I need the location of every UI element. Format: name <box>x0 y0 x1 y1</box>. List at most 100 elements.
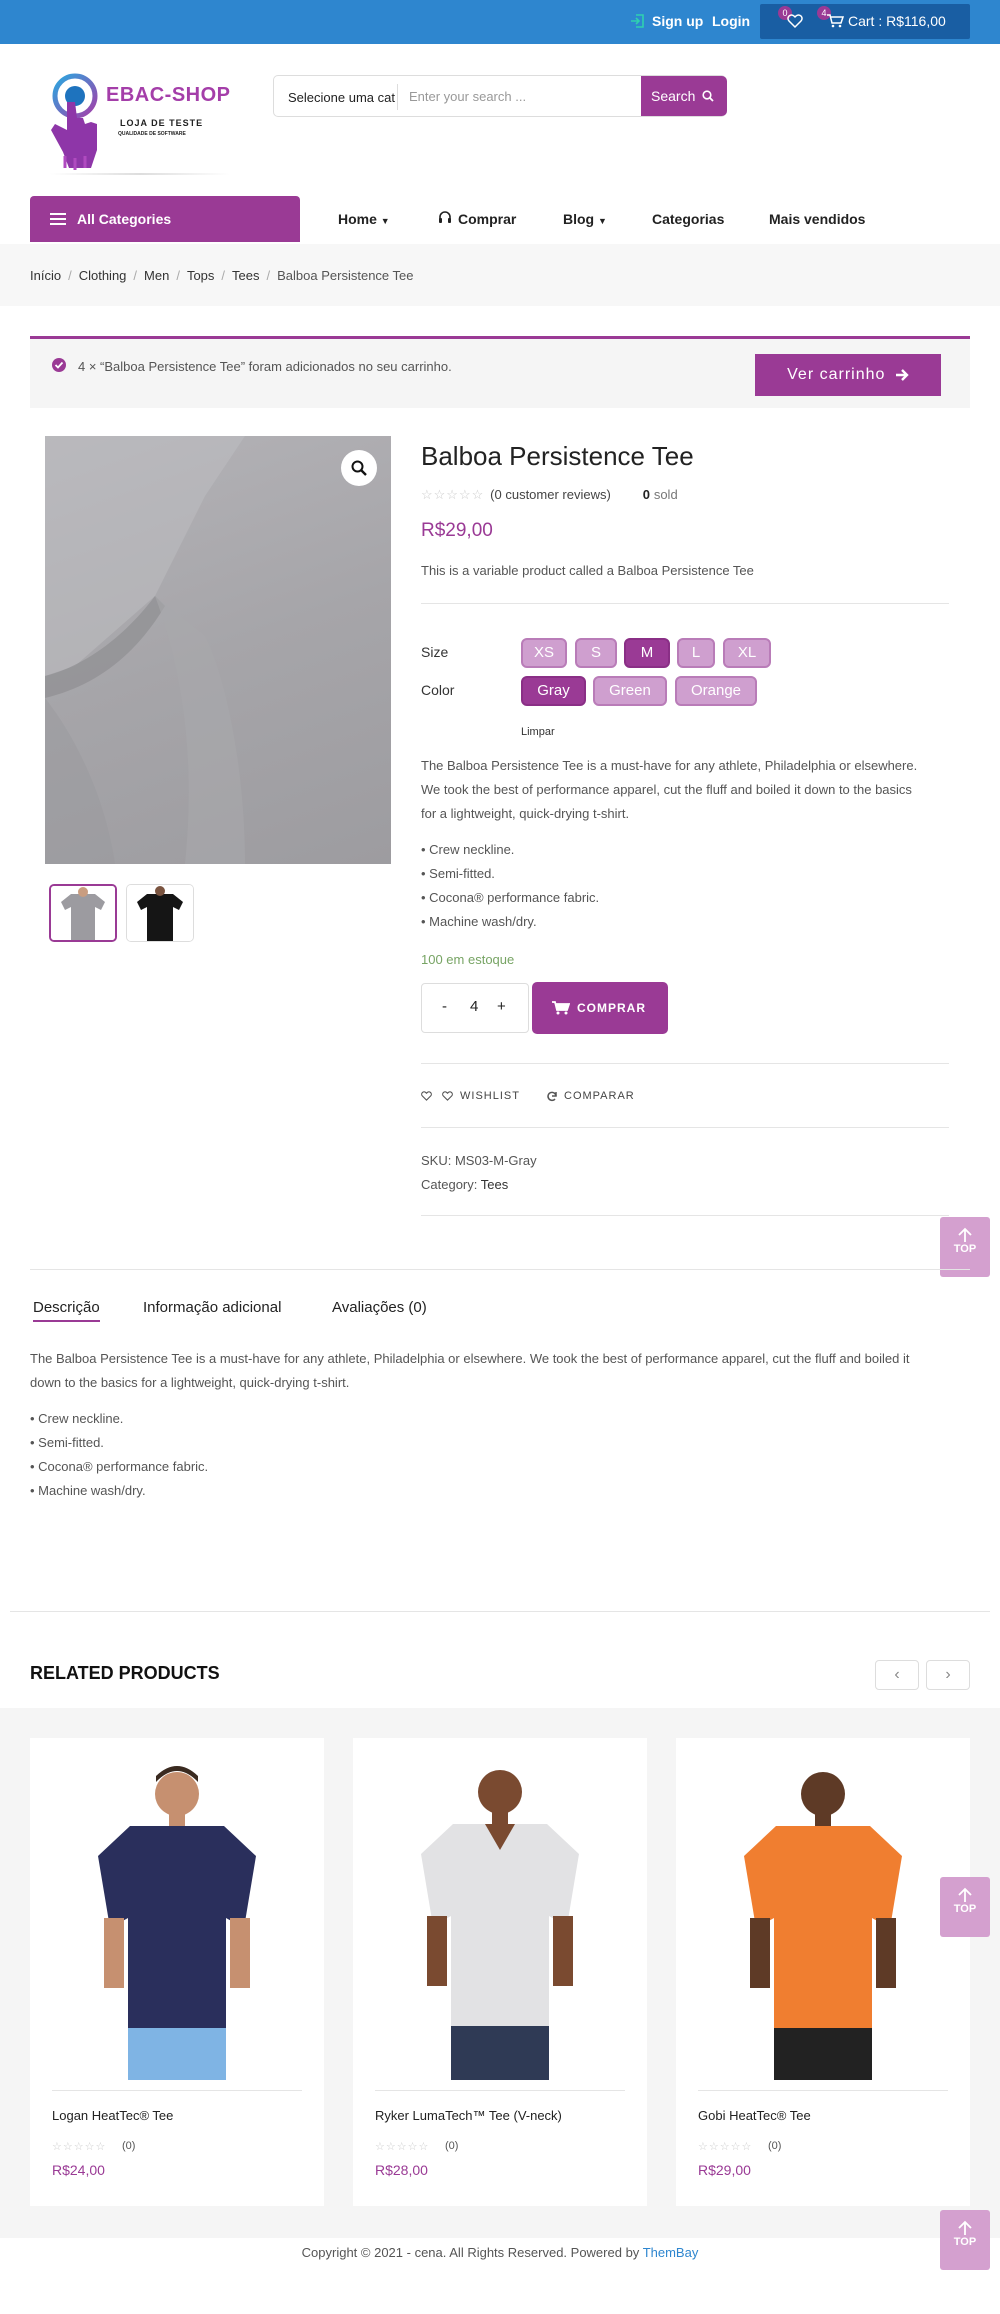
back-to-top-button[interactable]: TOP <box>940 1217 990 1277</box>
login-link[interactable]: Login <box>712 13 750 29</box>
description-line: The Balboa Persistence Tee is a must-hav… <box>421 758 918 773</box>
search-category-select[interactable]: Selecione uma cat <box>288 90 395 105</box>
product-card-image[interactable] <box>676 1738 970 2080</box>
footer: Copyright © 2021 - cena. All Rights Rese… <box>0 2245 1000 2260</box>
wishlist-link[interactable]: WISHLIST <box>460 1090 520 1102</box>
product-name[interactable]: Gobi HeatTec® Tee <box>698 2108 811 2123</box>
feature-item: • Crew neckline. <box>30 1411 124 1426</box>
add-to-cart-button[interactable]: COMPRAR <box>532 982 668 1034</box>
sold-label: sold <box>653 487 678 502</box>
breadcrumb-tops[interactable]: Tops <box>187 268 214 283</box>
product-card[interactable]: Gobi HeatTec® Tee ☆☆☆☆☆ (0) R$29,00 <box>676 1738 970 2206</box>
divider <box>421 603 949 604</box>
heart-icon[interactable] <box>421 1091 432 1101</box>
card-divider <box>52 2090 302 2091</box>
qty-minus-button[interactable]: - <box>442 998 447 1015</box>
rating-stars: ☆☆☆☆☆ <box>421 487 485 502</box>
feature-item: • Machine wash/dry. <box>421 914 537 929</box>
breadcrumb-inicio[interactable]: Início <box>30 268 61 283</box>
signup-link[interactable]: Sign up <box>652 13 703 29</box>
thembay-link[interactable]: ThemBay <box>643 2245 699 2260</box>
product-main-image[interactable] <box>45 436 391 864</box>
product-name[interactable]: Ryker LumaTech™ Tee (V-neck) <box>375 2108 562 2123</box>
cart-notice: 4 × “Balboa Persistence Tee” foram adici… <box>30 336 970 408</box>
top-label: TOP <box>953 1903 977 1915</box>
product-card-image[interactable] <box>353 1738 647 2080</box>
card-divider <box>375 2090 625 2091</box>
arrow-up-icon <box>940 1887 990 1903</box>
heart-icon[interactable] <box>787 13 803 29</box>
heart-outline-icon[interactable] <box>442 1091 453 1101</box>
search-icon <box>702 90 714 102</box>
nav-home-label: Home <box>338 211 377 227</box>
signup-icon[interactable] <box>630 13 646 29</box>
size-m[interactable]: M <box>624 638 670 668</box>
logo-icon[interactable] <box>45 72 115 172</box>
cart-box[interactable]: 0 4 Cart : R$116,00 <box>760 4 970 39</box>
search-input[interactable]: Enter your search ... <box>409 89 526 104</box>
cart-icon <box>552 1001 570 1015</box>
cart-icon[interactable] <box>826 13 844 29</box>
refresh-icon[interactable] <box>546 1091 558 1103</box>
all-categories-button[interactable]: All Categories <box>30 196 300 242</box>
nav-categorias[interactable]: Categorias <box>652 211 724 227</box>
qty-plus-button[interactable]: + <box>497 998 506 1015</box>
tab-informacao-adicional[interactable]: Informação adicional <box>143 1299 281 1316</box>
size-s[interactable]: S <box>575 638 617 668</box>
product-price: R$29,00 <box>698 2162 751 2178</box>
description-line: down to the basics for a lightweight, qu… <box>30 1375 350 1390</box>
compare-link[interactable]: COMPARAR <box>564 1090 635 1102</box>
product-card[interactable]: Ryker LumaTech™ Tee (V-neck) ☆☆☆☆☆ (0) R… <box>353 1738 647 2206</box>
qty-value[interactable]: 4 <box>470 998 478 1015</box>
breadcrumb-clothing[interactable]: Clothing <box>79 268 127 283</box>
product-price: R$24,00 <box>52 2162 105 2178</box>
size-xl[interactable]: XL <box>723 638 771 668</box>
view-cart-button[interactable]: Ver carrinho <box>755 354 941 396</box>
tab-descricao[interactable]: Descrição <box>33 1299 100 1322</box>
cart-total[interactable]: Cart : R$116,00 <box>848 13 946 29</box>
product-card-image[interactable] <box>30 1738 324 2080</box>
logo-shadow <box>50 173 230 175</box>
breadcrumb-men[interactable]: Men <box>144 268 169 283</box>
reviews-link[interactable]: (0 customer reviews) <box>490 487 611 502</box>
logo-subtitle: LOJA DE TESTE <box>120 118 204 128</box>
zoom-button[interactable] <box>341 450 377 486</box>
back-to-top-button[interactable]: TOP <box>940 1877 990 1937</box>
clear-selection-link[interactable]: Limpar <box>521 726 555 738</box>
product-price: R$28,00 <box>375 2162 428 2178</box>
product-description: The Balboa Persistence Tee is a must-hav… <box>421 754 917 826</box>
hamburger-icon <box>50 212 66 226</box>
breadcrumb-tees[interactable]: Tees <box>232 268 259 283</box>
related-products-title: RELATED PRODUCTS <box>30 1663 220 1683</box>
size-l[interactable]: L <box>677 638 715 668</box>
product-card[interactable]: Logan HeatTec® Tee ☆☆☆☆☆ (0) R$24,00 <box>30 1738 324 2206</box>
color-green[interactable]: Green <box>593 676 667 706</box>
product-name[interactable]: Logan HeatTec® Tee <box>52 2108 173 2123</box>
back-to-top-button[interactable]: TOP <box>940 2210 990 2270</box>
prev-arrow-button[interactable]: ‹ <box>875 1660 919 1690</box>
breadcrumb: Início / Clothing / Men / Tops / Tees / Balboa Per… <box>30 268 414 283</box>
nav-blog[interactable]: Blog ▼ <box>563 211 607 227</box>
arrow-right-icon <box>895 368 909 382</box>
arrow-up-icon <box>940 1227 990 1243</box>
caret-down-icon: ▼ <box>598 216 607 226</box>
product-title: Balboa Persistence Tee <box>421 441 694 471</box>
color-gray[interactable]: Gray <box>521 676 586 706</box>
nav-mais-vendidos[interactable]: Mais vendidos <box>769 211 865 227</box>
color-orange[interactable]: Orange <box>675 676 757 706</box>
next-arrow-button[interactable]: › <box>926 1660 970 1690</box>
thumbnail-black[interactable] <box>126 884 194 942</box>
search-button[interactable]: Search <box>641 76 727 116</box>
category-link[interactable]: Tees <box>481 1177 508 1192</box>
divider <box>30 1269 970 1270</box>
thumbnail-gray[interactable] <box>49 884 117 942</box>
nav-comprar[interactable]: Comprar <box>458 211 516 227</box>
arrow-up-icon <box>940 2220 990 2236</box>
tab-avaliacoes[interactable]: Avaliações (0) <box>332 1299 427 1316</box>
magnifier-icon <box>351 460 367 476</box>
review-count: (0) <box>445 2140 459 2152</box>
size-xs[interactable]: XS <box>521 638 567 668</box>
pants <box>774 2028 872 2080</box>
category-row: Category: Tees <box>421 1177 508 1192</box>
nav-home[interactable]: Home ▼ <box>338 211 390 227</box>
